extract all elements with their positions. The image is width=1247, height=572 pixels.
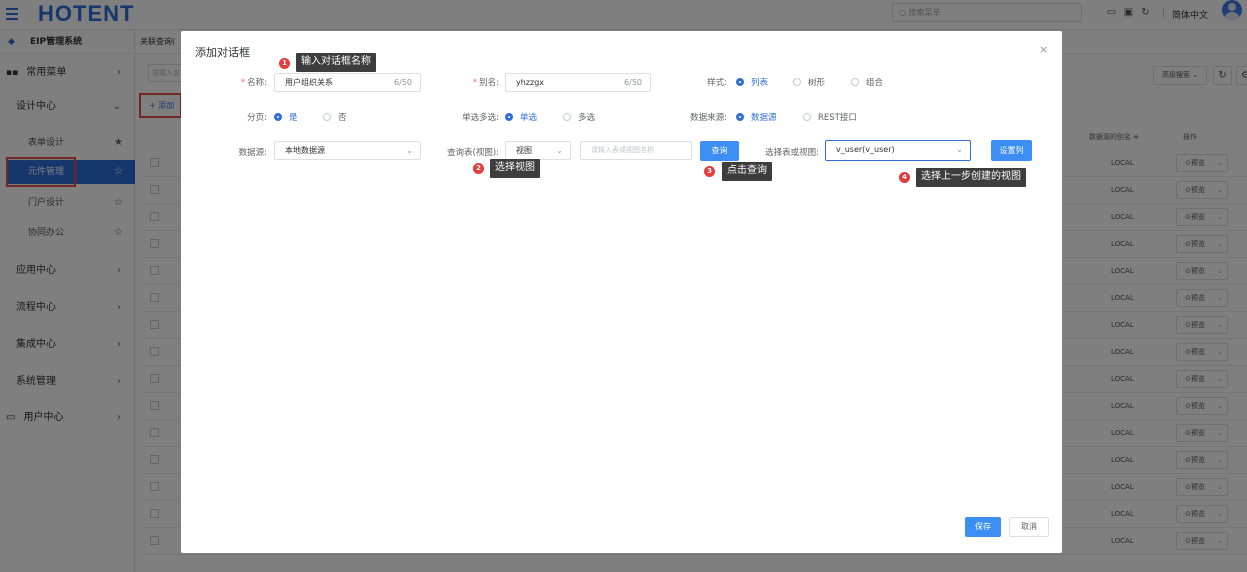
radio-page-yes[interactable]: 是 (274, 111, 298, 123)
radio-label: 多选 (578, 113, 596, 123)
name-field[interactable]: 用户组织关系 6/50 (274, 73, 421, 92)
name-count: 6/50 (394, 78, 412, 87)
alias-field[interactable]: yhzzgx 6/50 (505, 73, 651, 92)
name-label-text: 名称: (247, 78, 267, 88)
query-table-value: 视图 (516, 146, 532, 155)
annotation-tooltip: 选择上一步创建的视图 (916, 168, 1026, 187)
radio-label: 列表 (751, 78, 769, 88)
radio-label: 是 (289, 113, 298, 123)
dialog-title: 添加对话框 (195, 46, 250, 59)
view-value: v_user(v_user) (836, 145, 895, 154)
radio-label: 单选 (520, 113, 538, 123)
name-value: 用户组织关系 (285, 78, 333, 87)
page-label: 分页: (247, 113, 267, 123)
radio-single-select[interactable]: 单选 (505, 111, 537, 123)
radio-dot (323, 113, 331, 121)
chevron-down-icon: ⌄ (956, 145, 963, 154)
save-button[interactable]: 保存 (965, 517, 1001, 537)
radio-dot (736, 78, 744, 86)
query-button[interactable]: 查询 (700, 141, 739, 161)
query-table-select[interactable]: 视图 ⌄ (505, 141, 571, 160)
alias-label-text: 别名: (479, 78, 499, 88)
alias-value: yhzzgx (516, 78, 545, 87)
annotation-number: 1 (279, 58, 290, 69)
radio-style-list[interactable]: 列表 (736, 76, 768, 88)
radio-dot (803, 113, 811, 121)
chevron-down-icon: ⌄ (406, 146, 413, 155)
radio-source-datasource[interactable]: 数据源 (736, 111, 777, 123)
radio-dot (793, 78, 801, 86)
radio-style-combo[interactable]: 组合 (851, 76, 883, 88)
radio-dot (851, 78, 859, 86)
query-table-label: 查询表(视图): (447, 148, 499, 158)
radio-page-no[interactable]: 否 (323, 111, 347, 123)
radio-label: 数据源 (751, 113, 777, 123)
radio-dot (505, 113, 513, 121)
cancel-button[interactable]: 取消 (1009, 517, 1049, 537)
radio-dot (736, 113, 744, 121)
chevron-down-icon: ⌄ (556, 146, 563, 155)
radio-dot (274, 113, 282, 121)
radio-source-rest[interactable]: REST接口 (803, 111, 857, 123)
set-columns-button[interactable]: 设置列 (991, 140, 1032, 161)
radio-label: 否 (338, 113, 347, 123)
view-select[interactable]: v_user(v_user) ⌄ (825, 140, 971, 161)
radio-multi-select[interactable]: 多选 (563, 111, 595, 123)
alias-label: * 别名: (472, 78, 499, 88)
annotation-number: 3 (704, 166, 715, 177)
radio-dot (563, 113, 571, 121)
annotation-tooltip: 输入对话框名称 (296, 53, 376, 72)
datasource-select[interactable]: 本地数据源 ⌄ (274, 141, 421, 160)
annotation-number: 2 (473, 163, 484, 174)
annotation-tooltip: 选择视图 (490, 159, 540, 178)
radio-label: REST接口 (818, 113, 857, 123)
datasource-label: 数据源: (238, 148, 267, 158)
style-label: 样式: (707, 78, 727, 88)
table-name-search-input[interactable]: 请输入表或视图名称 (580, 141, 692, 160)
annotation-tooltip: 点击查询 (722, 162, 772, 181)
alias-count: 6/50 (624, 78, 642, 87)
annotation-number: 4 (899, 172, 910, 183)
close-icon[interactable]: × (1039, 43, 1048, 56)
radio-label: 组合 (866, 78, 884, 88)
add-dialog: 添加对话框 × * 名称: 用户组织关系 6/50 * 别名: yhzzgx 6/5… (181, 31, 1062, 553)
datasource-value: 本地数据源 (285, 146, 325, 155)
radio-label: 树形 (808, 78, 826, 88)
source-type-label: 数据来源: (690, 113, 727, 123)
name-label: * 名称: (240, 78, 267, 88)
select-view-label: 选择表或视图: (765, 148, 819, 158)
select-mode-label: 单选多选: (462, 113, 499, 123)
radio-style-tree[interactable]: 树形 (793, 76, 825, 88)
